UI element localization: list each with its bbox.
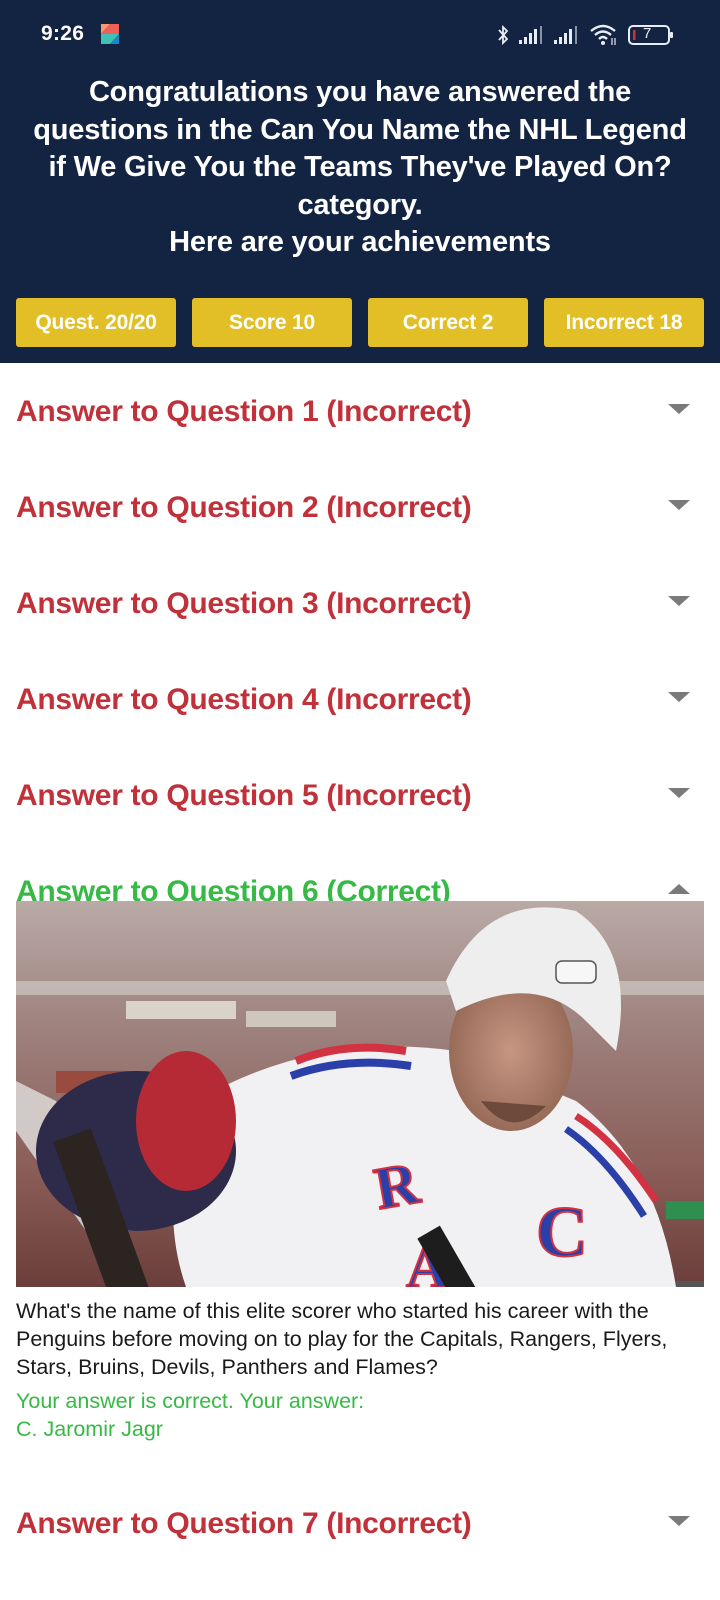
chevron-down-icon[interactable]	[668, 500, 690, 510]
correct-stat-button[interactable]: Correct 2	[368, 298, 528, 347]
app-logo-icon	[101, 24, 119, 44]
answer-7-header[interactable]: Answer to Question 7 (Incorrect)	[0, 1475, 720, 1571]
battery-level: 7	[643, 25, 652, 42]
answer-accordion-item: Answer to Question 1 (Incorrect)	[0, 363, 720, 459]
answer-title: Answer to Question 7 (Incorrect)	[16, 1507, 472, 1540]
answer-accordion-item: Answer to Question 3 (Incorrect)	[0, 555, 720, 651]
status-icons: 7	[496, 22, 674, 48]
status-bar: 9:26 7	[0, 0, 720, 70]
chevron-down-icon[interactable]	[668, 692, 690, 702]
answer-3-header[interactable]: Answer to Question 3 (Incorrect)	[0, 555, 720, 651]
answer-accordion-item: Answer to Question 5 (Incorrect)	[0, 747, 720, 843]
svg-text:C: C	[536, 1192, 588, 1272]
answer-title: Answer to Question 5 (Incorrect)	[16, 779, 472, 812]
answer-title: Answer to Question 4 (Incorrect)	[16, 683, 472, 716]
incorrect-stat-button[interactable]: Incorrect 18	[544, 298, 704, 347]
bluetooth-icon	[496, 24, 510, 46]
chevron-down-icon[interactable]	[668, 404, 690, 414]
congrats-line: questions in the Can You Name the NHL Le…	[33, 113, 687, 146]
hockey-player-photo: R C A	[16, 901, 704, 1287]
results-header: 9:26 7 Congratulations you have answered…	[0, 0, 720, 363]
your-answer: C. Jaromir Jagr	[16, 1417, 163, 1441]
result-line: Your answer is correct. Your answer:	[16, 1389, 365, 1413]
answer-2-header[interactable]: Answer to Question 2 (Incorrect)	[0, 459, 720, 555]
answer-title: Answer to Question 3 (Incorrect)	[16, 587, 472, 620]
chevron-down-icon[interactable]	[668, 596, 690, 606]
signal-icon	[554, 26, 580, 44]
answer-result: Your answer is correct. Your answer: C. …	[16, 1387, 704, 1443]
answer-accordion-item: Answer to Question 4 (Incorrect)	[0, 651, 720, 747]
congratulations-message: Congratulations you have answered the qu…	[10, 74, 710, 262]
signal-icon	[519, 26, 545, 44]
congrats-line: Congratulations you have answered the	[88, 76, 632, 108]
chevron-down-icon[interactable]	[668, 1516, 690, 1526]
answer-accordion-item-expanded: Answer to Question 6 (Correct) R C A Wha…	[0, 843, 720, 1475]
wifi-icon	[589, 24, 619, 46]
congrats-line: if We Give You the Teams They've Played …	[48, 151, 672, 183]
battery-icon: 7	[628, 24, 674, 46]
answer-accordion-item: Answer to Question 7 (Incorrect)	[0, 1475, 720, 1571]
chevron-up-icon[interactable]	[668, 884, 690, 894]
congrats-line: Here are your achievements	[169, 226, 551, 258]
answer-accordion-item: Answer to Question 2 (Incorrect)	[0, 459, 720, 555]
answer-5-header[interactable]: Answer to Question 5 (Incorrect)	[0, 747, 720, 843]
score-stat-button[interactable]: Score 10	[192, 298, 352, 347]
answer-title: Answer to Question 2 (Incorrect)	[16, 491, 472, 524]
answer-title: Answer to Question 1 (Incorrect)	[16, 395, 472, 428]
chevron-down-icon[interactable]	[668, 788, 690, 798]
stats-bar: Quest. 20/20 Score 10 Correct 2 Incorrec…	[16, 298, 704, 347]
status-time: 9:26	[41, 22, 85, 45]
congrats-line: category.	[297, 188, 423, 221]
questions-stat-button[interactable]: Quest. 20/20	[16, 298, 176, 347]
answer-6-header[interactable]: Answer to Question 6 (Correct)	[0, 843, 720, 908]
answer-4-header[interactable]: Answer to Question 4 (Incorrect)	[0, 651, 720, 747]
answer-1-header[interactable]: Answer to Question 1 (Incorrect)	[0, 363, 720, 459]
answers-list: Answer to Question 1 (Incorrect) Answer …	[0, 363, 720, 1571]
question-text: What's the name of this elite scorer who…	[16, 1299, 668, 1379]
